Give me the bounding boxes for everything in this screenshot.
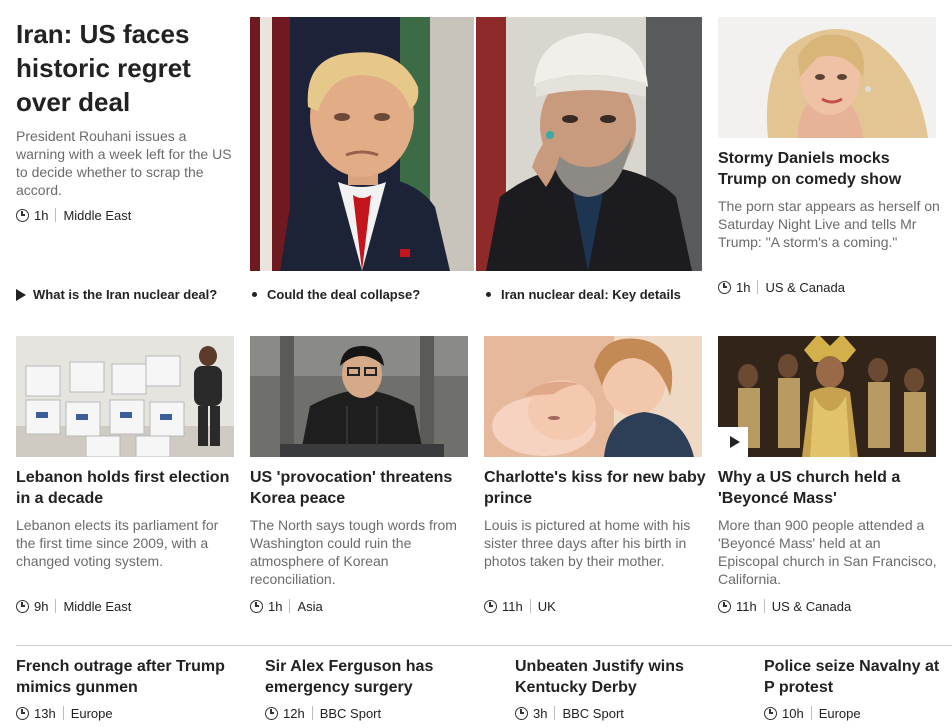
kim-jong-un-image[interactable]	[250, 336, 468, 457]
stormy-daniels-meta: 1h US & Canada	[718, 278, 845, 296]
bullet-icon	[486, 292, 491, 297]
card-headline[interactable]: Charlotte's kiss for new baby prince	[484, 467, 706, 509]
stormy-daniels-image[interactable]	[718, 17, 936, 138]
related-link-key-details[interactable]: Iran nuclear deal: Key details	[486, 287, 681, 302]
story-time: 13h	[34, 705, 56, 721]
story-section-link[interactable]: US & Canada	[772, 599, 852, 614]
clock-icon	[764, 706, 777, 720]
lebanon-election-image[interactable]	[16, 336, 234, 457]
clock-icon	[718, 599, 731, 613]
card-summary: Lebanon elects its parliament for the fi…	[16, 517, 219, 569]
rouhani-image[interactable]	[476, 17, 702, 271]
section-divider	[16, 645, 952, 646]
story-section-link[interactable]: US & Canada	[765, 280, 845, 295]
story-section-link[interactable]: UK	[538, 599, 556, 614]
story-time: 1h	[268, 598, 283, 614]
clock-icon	[515, 706, 528, 720]
bottom-headline[interactable]: Unbeaten Justify wins Kentucky Derby	[515, 656, 740, 698]
clock-icon	[718, 280, 731, 294]
clock-icon	[484, 599, 497, 613]
story-section-link[interactable]: BBC Sport	[320, 706, 381, 721]
card-headline[interactable]: US 'provocation' threatens Korea peace	[250, 467, 472, 509]
meta-separator	[529, 599, 531, 613]
play-icon	[16, 288, 26, 301]
stormy-daniels-summary: The porn star appears as herself on Satu…	[718, 198, 940, 250]
card-meta: 9h Middle East	[16, 597, 131, 615]
story-section-link[interactable]: Europe	[819, 706, 861, 721]
card-summary: Louis is pictured at home with his siste…	[484, 517, 691, 569]
lead-headline[interactable]: Iran: US faces historic regret over deal	[16, 17, 236, 119]
play-icon	[729, 436, 740, 448]
card-meta: 11h US & Canada	[718, 597, 851, 615]
card-headline[interactable]: Why a US church held a 'Beyoncé Mass'	[718, 467, 940, 509]
story-section-link[interactable]: BBC Sport	[562, 706, 623, 721]
story-time: 9h	[34, 598, 49, 614]
meta-separator	[763, 599, 765, 613]
stormy-daniels-headline[interactable]: Stormy Daniels mocks Trump on comedy sho…	[718, 148, 928, 190]
story-section-link[interactable]: Europe	[71, 706, 113, 721]
story-time: 3h	[533, 705, 548, 721]
meta-separator	[311, 706, 313, 720]
card-headline[interactable]: Lebanon holds first election in a decade	[16, 467, 238, 509]
meta-separator	[55, 599, 57, 613]
story-time: 1h	[736, 279, 751, 295]
related-link-deal-collapse[interactable]: Could the deal collapse?	[252, 287, 420, 302]
lead-section-link[interactable]: Middle East	[63, 208, 131, 223]
clock-icon	[16, 599, 29, 613]
related-link-label: What is the Iran nuclear deal?	[33, 287, 218, 302]
video-badge	[718, 427, 748, 457]
trump-image[interactable]	[250, 17, 474, 271]
related-link-label: Could the deal collapse?	[267, 287, 421, 302]
clock-icon	[250, 599, 263, 613]
bottom-meta: 10h Europe	[764, 704, 861, 722]
related-link-iran-deal-video[interactable]: What is the Iran nuclear deal?	[16, 287, 217, 302]
related-link-label: Iran nuclear deal: Key details	[501, 287, 681, 302]
meta-separator	[289, 599, 291, 613]
meta-separator	[554, 706, 556, 720]
story-section-link[interactable]: Middle East	[63, 599, 131, 614]
clock-icon	[16, 706, 29, 720]
lead-meta: 1h Middle East	[16, 206, 131, 224]
meta-separator	[810, 706, 812, 720]
card-summary: More than 900 people attended a 'Beyoncé…	[718, 517, 937, 587]
story-time: 11h	[502, 598, 523, 614]
charlotte-louis-image[interactable]	[484, 336, 702, 457]
lead-summary: President Rouhani issues a warning with …	[16, 128, 232, 198]
bottom-meta: 12h BBC Sport	[265, 704, 381, 722]
story-time: 10h	[782, 705, 804, 721]
bottom-headline[interactable]: Sir Alex Ferguson has emergency surgery	[265, 656, 490, 698]
meta-separator	[757, 280, 759, 294]
card-meta: 11h UK	[484, 597, 556, 615]
meta-separator	[62, 706, 64, 720]
clock-icon	[16, 208, 29, 222]
lead-time: 1h	[34, 207, 49, 223]
bullet-icon	[252, 292, 257, 297]
meta-separator	[55, 208, 57, 222]
card-summary: The North says tough words from Washingt…	[250, 517, 457, 587]
story-section-link[interactable]: Asia	[297, 599, 322, 614]
bottom-meta: 3h BBC Sport	[515, 704, 624, 722]
story-time: 11h	[736, 598, 757, 614]
clock-icon	[265, 706, 278, 720]
bottom-headline[interactable]: Police seize Navalny at P protest	[764, 656, 952, 698]
story-time: 12h	[283, 705, 305, 721]
beyonce-mass-image[interactable]	[718, 336, 936, 457]
card-meta: 1h Asia	[250, 597, 323, 615]
bottom-meta: 13h Europe	[16, 704, 113, 722]
bottom-headline[interactable]: French outrage after Trump mimics gunmen	[16, 656, 241, 698]
